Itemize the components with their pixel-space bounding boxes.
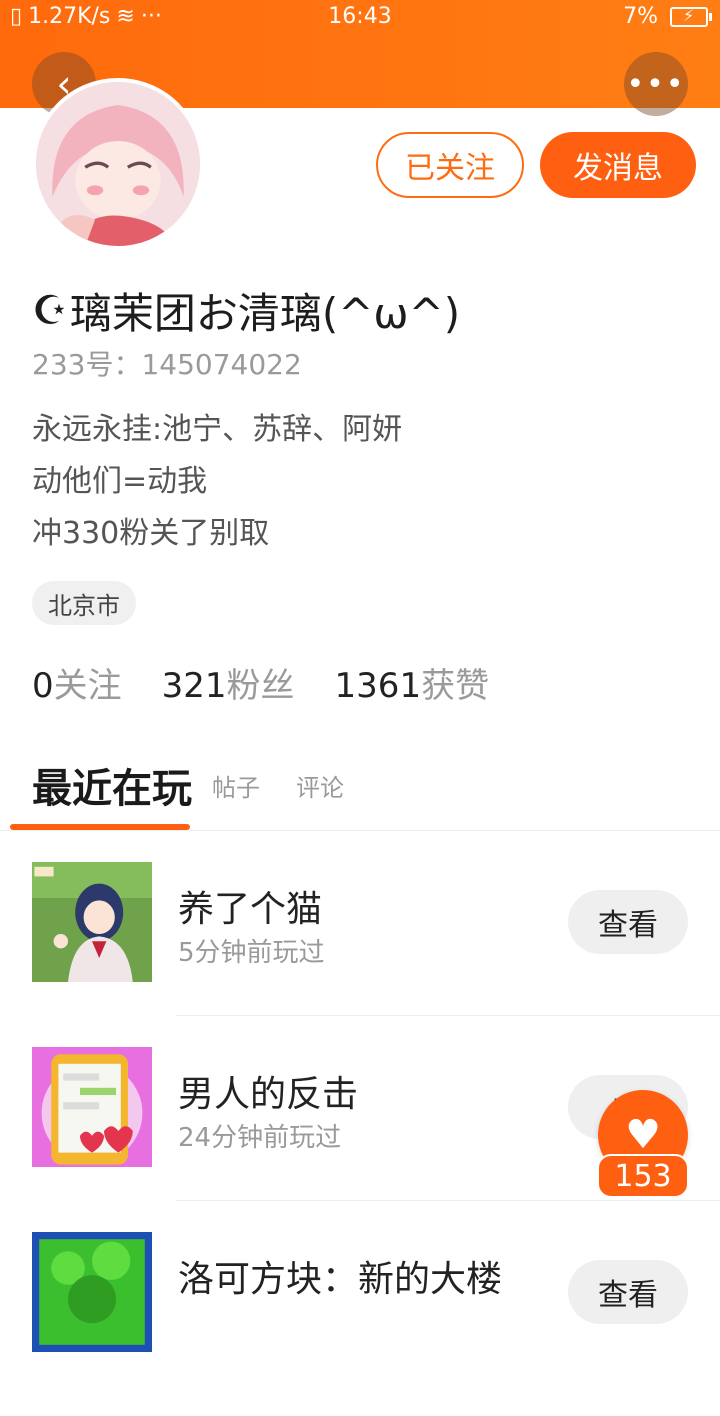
heart-icon: ♥ [625, 1112, 661, 1158]
battery-percent: 7% [623, 4, 658, 29]
location-tag: 北京市 [32, 581, 136, 625]
game-title: 洛可方块：新的大楼 [178, 1259, 503, 1300]
stat-likes[interactable]: 1361获赞 [335, 658, 490, 707]
tab-recently-played[interactable]: 最近在玩 [32, 756, 192, 814]
more-dots-icon: ••• [626, 66, 686, 102]
list-item[interactable]: 洛可方块：新的大楼 查看 [0, 1232, 720, 1416]
moon-icon: ☪ [32, 287, 68, 334]
view-button[interactable]: 查看 [568, 1260, 688, 1324]
bio-line: 永远永挂:池宁、苏辞、阿妍 [32, 412, 403, 447]
stat-label: 获赞 [421, 666, 490, 706]
avatar[interactable] [32, 78, 204, 250]
stat-number: 1361 [334, 666, 422, 706]
tab-bar: 最近在玩 帖子 评论 [0, 752, 720, 830]
clock: 16:43 [328, 4, 392, 29]
like-count: 153 [597, 1154, 689, 1198]
played-time: 5分钟前玩过 [178, 938, 325, 968]
bio-line: 动他们=动我 [32, 464, 208, 499]
more-button[interactable]: ••• [624, 52, 688, 116]
stat-number: 0 [32, 666, 54, 706]
username: ☪ 璃茉团お清璃(^ω^) [32, 280, 460, 341]
view-button[interactable]: 查看 [568, 890, 688, 954]
bio: 永远永挂:池宁、苏辞、阿妍 动他们=动我 冲330粉关了别取 [32, 404, 402, 560]
stat-label: 粉丝 [226, 666, 295, 706]
divider [176, 1015, 720, 1016]
stat-number: 321 [161, 666, 227, 706]
stat-label: 关注 [53, 666, 122, 706]
list-item[interactable]: 养了个猫 5分钟前玩过 查看 [0, 862, 720, 1046]
stats-bar: 0关注 321粉丝 1361获赞 [32, 658, 489, 707]
send-message-button[interactable]: 发消息 [540, 132, 696, 198]
game-title: 养了个猫 [178, 889, 323, 930]
divider [176, 1200, 720, 1201]
game-thumbnail [32, 862, 152, 982]
tab-comments[interactable]: 评论 [296, 768, 344, 803]
battery-icon: ⚡ [670, 6, 712, 27]
username-text: 璃茉团お清璃(^ω^) [69, 289, 461, 338]
game-thumbnail [32, 1047, 152, 1167]
tab-posts[interactable]: 帖子 [212, 768, 260, 803]
follow-button[interactable]: 已关注 [376, 132, 524, 198]
avatar-image [36, 82, 200, 246]
game-thumbnail [32, 1232, 152, 1352]
game-title: 男人的反击 [178, 1074, 359, 1115]
stat-following[interactable]: 0关注 [32, 658, 122, 707]
stat-followers[interactable]: 321粉丝 [162, 658, 295, 707]
status-bar: ▯ 1.27K/s ≋ ··· 16:43 7% ⚡ [0, 0, 720, 36]
bio-line: 冲330粉关了别取 [32, 516, 270, 551]
divider [0, 830, 720, 831]
played-time: 24分钟前玩过 [178, 1123, 342, 1153]
user-id: 233号：145074022 [32, 348, 302, 381]
